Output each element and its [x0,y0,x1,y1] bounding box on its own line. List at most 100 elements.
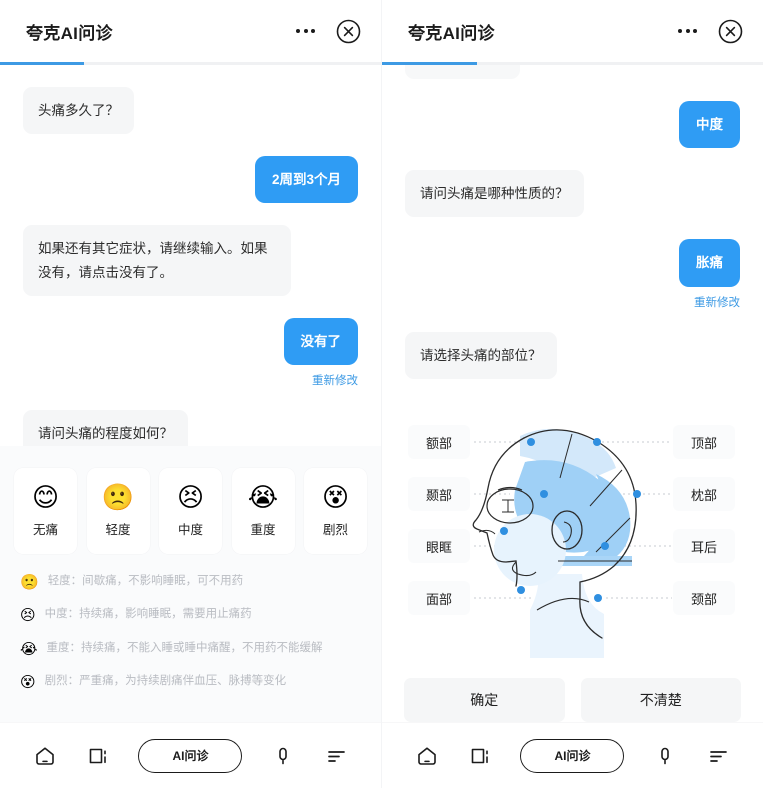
message-row: 中度 [405,101,740,149]
legend-text: 中度：持续痛，影响睡眠，需要用止痛药 [44,608,252,621]
legend-emoji-icon: 🙁 [20,574,39,591]
confirm-button[interactable]: 确定 [404,678,565,722]
dot-face [517,586,525,594]
user-bubble: 2周到3个月 [254,156,358,204]
nav-ai-consult-pill[interactable]: AI问诊 [520,738,625,773]
nav-pill-label: AI问诊 [172,749,209,763]
message-row: 没有了 重新修改 [23,317,358,388]
severity-option-轻度[interactable]: 🙁 轻度 [86,468,150,554]
dot-occipital [633,490,641,498]
menu-lines-icon [328,750,346,762]
severity-emoji-icon: 😊 [31,482,60,512]
redo-edit-link[interactable]: 重新修改 [312,372,358,388]
severity-emoji-icon: 😣 [176,482,205,512]
close-circle-icon[interactable] [718,19,743,44]
severity-option-无痛[interactable]: 😊 无痛 [14,468,77,554]
message-row: 如果还有其它症状，请继续输入。如果没有，请点击没有了。 [23,225,358,296]
nav-menu-button[interactable] [323,743,349,769]
message-row: 头痛多久了？ [23,87,358,135]
region-label-眼眶[interactable]: 眼眶 [408,529,470,563]
more-dots-icon[interactable] [296,29,315,33]
region-label-耳后[interactable]: 耳后 [673,529,735,563]
nav-home-button[interactable] [32,743,58,769]
legend-emoji-icon: 😭 [20,640,38,658]
header-bar-right: 夸克AI问诊 [382,0,763,62]
nav-mic-button[interactable] [270,743,296,769]
dual-screenshot: 夸克AI问诊 头痛多久了？ 2周到3个月 如果还有其它症状，请继续输入。如果没有… [0,0,763,788]
region-label-面部[interactable]: 面部 [408,581,470,615]
left-phone-screen: 夸克AI问诊 头痛多久了？ 2周到3个月 如果还有其它症状，请继续输入。如果没有… [0,0,381,788]
bot-bubble: 请问头痛的程度如何？ [23,410,188,446]
legend-emoji-icon: 😵 [20,673,36,691]
redo-edit-link[interactable]: 重新修改 [694,294,740,310]
head-region-selector: 额部颞部眼眶面部 顶部枕部耳后颈部 [382,400,763,664]
microphone-icon [661,747,669,764]
legend-item: 🙁 轻度：间歇痛，不影响睡眠，可不用药 [20,573,361,593]
legend-text: 轻度：间歇痛，不影响睡眠，可不用药 [47,575,244,587]
dot-orbit [500,527,508,535]
legend-item: 😵 剧烈：严重痛，为持续剧痛伴血压、脉搏等变化 [20,673,361,693]
nav-pill-label: AI问诊 [554,749,591,763]
bot-bubble-clipped [405,65,520,79]
region-label-颞部[interactable]: 颞部 [408,477,470,511]
bot-bubble: 如果还有其它症状，请继续输入。如果没有，请点击没有了。 [23,225,291,296]
home-icon [417,746,436,765]
nav-ai-consult-pill[interactable]: AI问诊 [138,738,243,773]
severity-option-label: 剧烈 [322,523,348,537]
severity-option-重度[interactable]: 😭 重度 [231,468,295,554]
bot-bubble: 请选择头痛的部位？ [405,331,557,379]
close-circle-icon[interactable] [336,19,361,44]
bot-bubble: 请问头痛是哪种性质的？ [405,170,584,218]
severity-option-剧烈[interactable]: 😵 剧烈 [304,468,367,554]
severity-option-中度[interactable]: 😣 中度 [159,468,222,554]
user-bubble: 没有了 [283,317,358,366]
dot-forehead [527,438,535,446]
legend-item: 😣 中度：持续痛，影响睡眠，需要用止痛药 [20,606,361,626]
dot-behind-ear [601,542,609,550]
card-icon [471,748,488,763]
legend-item: 😭 重度：持续痛，不能入睡或睡中痛醒，不用药不能缓解 [20,640,361,660]
region-label-颈部[interactable]: 颈部 [673,581,735,615]
dot-top [593,438,601,446]
region-label-顶部[interactable]: 顶部 [673,425,735,459]
severity-selector-panel: 😊 无痛 🙁 轻度 😣 中度 😭 重度 😵 剧烈 🙁 轻度：间歇痛，不影响睡眠，可不用药 😣 中度：持续… [0,446,381,722]
severity-option-row: 😊 无痛 🙁 轻度 😣 中度 😭 重度 😵 剧烈 [14,468,367,554]
user-bubble: 中度 [679,101,740,149]
message-row: 2周到3个月 [23,156,358,204]
severity-option-label: 中度 [177,523,203,537]
eye-detail [502,499,514,513]
severity-emoji-icon: 😭 [247,482,279,512]
page-title: 夸克AI问诊 [26,23,113,43]
unsure-button[interactable]: 不清楚 [580,678,741,722]
menu-lines-icon [710,750,728,762]
severity-option-label: 无痛 [32,523,58,537]
message-row: 请问头痛是哪种性质的？ [405,170,740,218]
nav-card-button[interactable] [467,743,493,769]
severity-option-label: 轻度 [105,523,131,537]
neck-shade [530,574,604,658]
region-label-额部[interactable]: 额部 [408,425,470,459]
bottom-nav-right: AI问诊 [382,722,763,788]
message-row: 请选择头痛的部位？ [405,331,740,379]
legend-text: 剧烈：严重痛，为持续剧痛伴血压、脉搏等变化 [44,674,287,687]
nav-mic-button[interactable] [652,743,678,769]
locator-action-row: 确定 不清楚 [382,664,763,722]
user-bubble: 胀痛 [679,239,740,287]
bot-bubble: 头痛多久了？ [23,87,134,135]
page-title: 夸克AI问诊 [408,23,495,43]
bottom-nav-left: AI问诊 [0,722,381,788]
severity-option-label: 重度 [250,523,276,537]
chat-thread-left[interactable]: 头痛多久了？ 2周到3个月 如果还有其它症状，请继续输入。如果没有，请点击没有了… [0,65,381,446]
severity-legend: 🙁 轻度：间歇痛，不影响睡眠，可不用药 😣 中度：持续痛，影响睡眠，需要用止痛药 😭 重度… [14,573,367,693]
region-label-枕部[interactable]: 枕部 [673,477,735,511]
nav-menu-button[interactable] [705,743,731,769]
nav-card-button[interactable] [85,743,111,769]
message-row: 请问头痛的程度如何？ [23,410,358,446]
severity-emoji-icon: 🙁 [101,482,135,512]
legend-emoji-icon: 😣 [20,607,36,625]
message-row-clipped [405,65,740,79]
message-row: 胀痛 重新修改 [405,239,740,309]
nav-home-button[interactable] [414,743,440,769]
chat-thread-right[interactable]: 中度 请问头痛是哪种性质的？ 胀痛 重新修改 请选择头痛的部位？ [382,65,763,400]
more-dots-icon[interactable] [678,29,697,33]
